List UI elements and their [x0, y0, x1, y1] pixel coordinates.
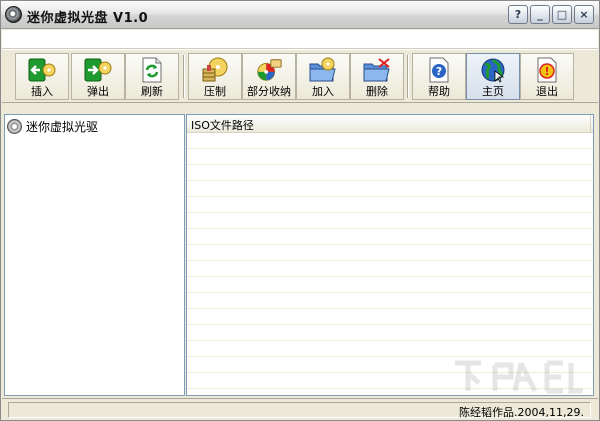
tree-item-label: 迷你虚拟光驱 [26, 120, 99, 134]
maximize-icon: □ [556, 8, 568, 21]
exit-label: 退出 [536, 85, 558, 98]
toolbar: 插入 弹出 刷新 压制 部分收纳 加入 删除 ? 帮助 主页 ! 退出 [2, 49, 598, 103]
delete-folder-icon [363, 57, 391, 83]
column-header-iso-path[interactable]: ISO文件路径 [187, 115, 591, 133]
window-title: 迷你虚拟光盘 V1.0 [27, 11, 149, 26]
eject-button[interactable]: 弹出 [71, 53, 125, 100]
compress-disc-icon [201, 57, 229, 83]
app-disc-icon [5, 6, 22, 23]
refresh-icon [138, 57, 166, 83]
compress-label: 压制 [204, 85, 226, 98]
add-button[interactable]: 加入 [296, 53, 350, 100]
compress-button[interactable]: 压制 [188, 53, 242, 100]
insert-disc-icon [28, 57, 56, 83]
refresh-label: 刷新 [141, 85, 163, 98]
partial-collect-label: 部分收纳 [247, 85, 291, 98]
svg-text:!: ! [544, 65, 549, 78]
partial-collect-button[interactable]: 部分收纳 [242, 53, 296, 100]
question-icon: ? [514, 8, 522, 21]
eject-disc-icon [84, 57, 112, 83]
eject-label: 弹出 [87, 85, 109, 98]
minimize-button[interactable]: _ [530, 5, 550, 24]
help-label: 帮助 [428, 85, 450, 98]
maximize-button[interactable]: □ [552, 5, 572, 24]
app-window: 迷你虚拟光盘 V1.0 ? _ □ × 插入 弹出 刷新 压制 部分收纳 加入 … [0, 0, 600, 421]
help-button[interactable]: ? 帮助 [412, 53, 466, 100]
iso-list-view[interactable]: ISO文件路径 [186, 114, 594, 396]
close-button[interactable]: × [574, 5, 594, 24]
insert-label: 插入 [31, 85, 53, 98]
exit-icon: ! [533, 57, 561, 83]
window-controls: ? _ □ × [508, 5, 594, 24]
list-rows[interactable] [187, 133, 593, 395]
toolbar-separator [183, 55, 185, 98]
toolbar-separator [407, 55, 409, 98]
minimize-icon: _ [537, 8, 543, 21]
menu-strip [2, 30, 598, 49]
help-icon: ? [425, 57, 453, 83]
insert-button[interactable]: 插入 [15, 53, 69, 100]
close-icon: × [579, 8, 589, 21]
add-label: 加入 [312, 85, 334, 98]
help-titlebar-button[interactable]: ? [508, 5, 528, 24]
drive-tree[interactable]: 迷你虚拟光驱 [4, 114, 185, 396]
tree-item-virtual-drive[interactable]: 迷你虚拟光驱 [7, 118, 98, 135]
list-header: ISO文件路径 [187, 115, 593, 133]
home-button[interactable]: 主页 [466, 53, 520, 100]
status-panel: 陈经韬作品.2004,11,29. [8, 402, 591, 419]
status-bar: 陈经韬作品.2004,11,29. [2, 398, 598, 420]
status-text: 陈经韬作品.2004,11,29. [459, 406, 584, 419]
refresh-button[interactable]: 刷新 [125, 53, 179, 100]
add-folder-icon [309, 57, 337, 83]
delete-label: 删除 [366, 85, 388, 98]
title-bar[interactable]: 迷你虚拟光盘 V1.0 ? _ □ × [1, 1, 599, 29]
home-globe-icon [479, 57, 507, 83]
svg-text:?: ? [436, 65, 442, 78]
partial-collect-icon [255, 57, 283, 83]
home-label: 主页 [482, 85, 504, 98]
cd-drive-icon [7, 119, 22, 134]
watermark-logo [455, 360, 583, 394]
exit-button[interactable]: ! 退出 [520, 53, 574, 100]
delete-button[interactable]: 删除 [350, 53, 404, 100]
